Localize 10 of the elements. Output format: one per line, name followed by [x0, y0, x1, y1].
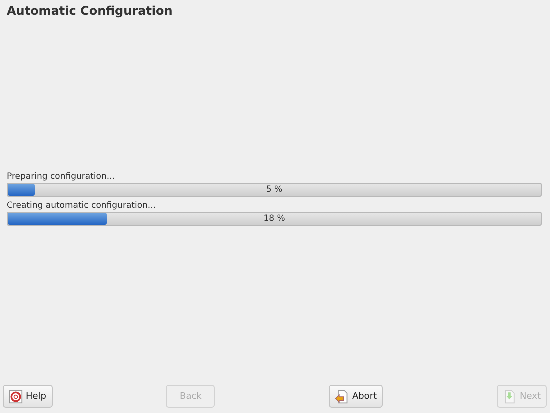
window-title: Automatic Configuration: [6, 3, 174, 19]
document-arrow-icon: [503, 390, 517, 404]
progress-label: Preparing configuration...: [7, 172, 116, 182]
document-arrow-icon: [335, 390, 350, 404]
progress-percent: 18 %: [264, 213, 286, 225]
help-button[interactable]: Help: [3, 385, 53, 408]
progress-percent: 5 %: [266, 184, 283, 196]
abort-button[interactable]: Abort: [329, 385, 384, 408]
lifebuoy-icon: [9, 390, 23, 404]
progress-label: Creating automatic configuration...: [7, 201, 158, 211]
